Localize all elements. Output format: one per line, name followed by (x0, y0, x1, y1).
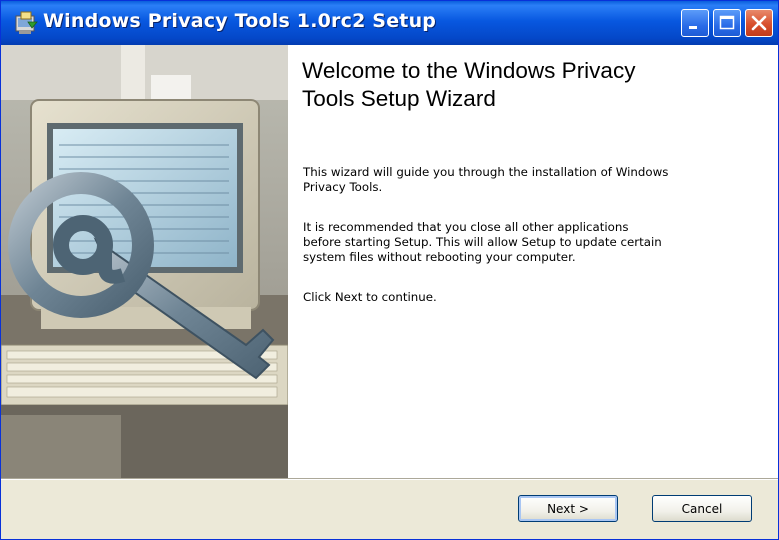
close-icon (751, 15, 767, 31)
title-bar[interactable]: Windows Privacy Tools 1.0rc2 Setup (1, 1, 778, 45)
text-line: It is recommended that you close all oth… (303, 220, 629, 234)
minimize-button[interactable] (681, 9, 709, 37)
installer-icon (13, 10, 39, 36)
text-line: Privacy Tools. (303, 180, 383, 194)
wizard-content: Welcome to the Windows Privacy Tools Set… (288, 45, 778, 478)
setup-window: Windows Privacy Tools 1.0rc2 Setup Welco… (0, 0, 779, 540)
text-line: This wizard will guide you through the i… (303, 165, 669, 179)
window-title: Windows Privacy Tools 1.0rc2 Setup (43, 10, 437, 32)
text-line: system files without rebooting your comp… (303, 250, 576, 264)
cancel-button[interactable]: Cancel (652, 495, 752, 522)
text-line: before starting Setup. This will allow S… (303, 235, 662, 249)
welcome-heading-line: Tools Setup Wizard (302, 86, 496, 111)
minimize-icon (689, 26, 697, 29)
next-button[interactable]: Next > (518, 495, 618, 522)
close-button[interactable] (745, 9, 773, 37)
maximize-icon (719, 15, 735, 30)
welcome-heading: Welcome to the Windows Privacy Tools Set… (302, 57, 772, 113)
wizard-banner-image (1, 45, 288, 478)
continue-instruction: Click Next to continue. (303, 290, 437, 304)
intro-paragraph: This wizard will guide you through the i… (303, 165, 773, 195)
maximize-button[interactable] (713, 9, 741, 37)
recommendation-paragraph: It is recommended that you close all oth… (303, 220, 773, 265)
welcome-heading-line: Welcome to the Windows Privacy (302, 58, 636, 83)
